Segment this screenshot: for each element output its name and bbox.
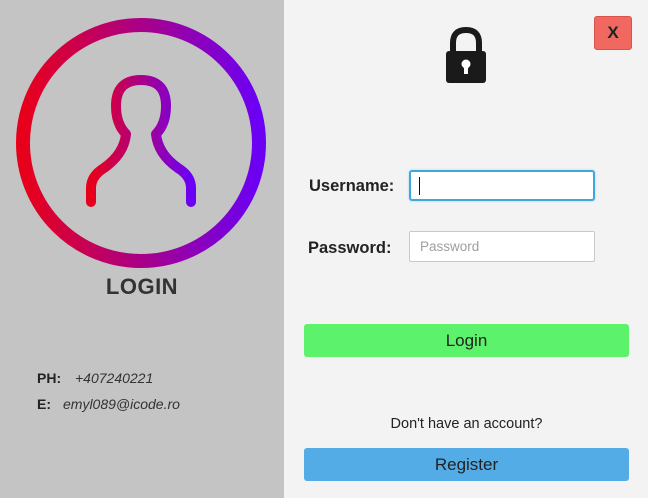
close-button[interactable]: X bbox=[594, 16, 632, 50]
contact-email: E: emyl089@icode.ro bbox=[37, 396, 180, 412]
contact-phone: PH: +407240221 bbox=[37, 370, 153, 386]
password-label: Password: bbox=[308, 239, 392, 257]
register-button[interactable]: Register bbox=[304, 448, 629, 481]
phone-value: +407240221 bbox=[75, 370, 154, 386]
password-input[interactable] bbox=[409, 231, 595, 262]
email-label: E: bbox=[37, 396, 51, 412]
user-avatar-icon bbox=[16, 18, 266, 268]
username-label: Username: bbox=[309, 177, 395, 195]
email-value: emyl089@icode.ro bbox=[63, 396, 180, 412]
left-panel: LOGIN PH: +407240221 E: emyl089@icode.ro bbox=[0, 0, 284, 498]
text-caret bbox=[419, 177, 420, 195]
username-input[interactable] bbox=[409, 170, 595, 201]
lock-icon bbox=[446, 27, 486, 83]
login-window: LOGIN PH: +407240221 E: emyl089@icode.ro X… bbox=[0, 0, 648, 498]
login-button[interactable]: Login bbox=[304, 324, 629, 357]
no-account-text: Don't have an account? bbox=[390, 416, 543, 432]
login-title: LOGIN bbox=[105, 274, 179, 299]
phone-label: PH: bbox=[37, 370, 62, 386]
